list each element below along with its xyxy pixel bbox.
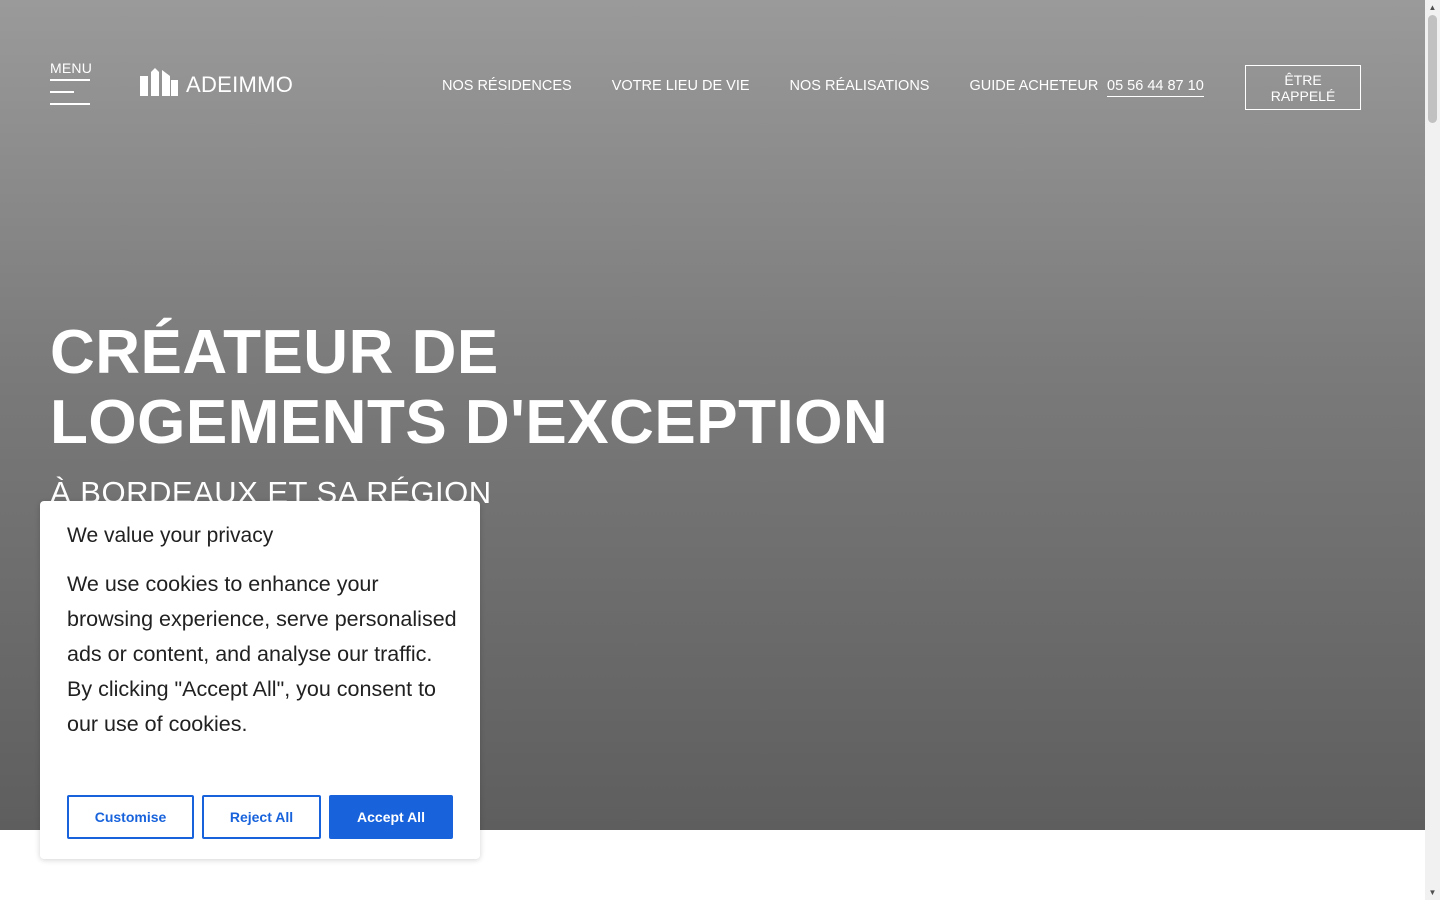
accept-all-button[interactable]: Accept All: [329, 795, 453, 839]
cookie-button-group: Customise Reject All Accept All: [67, 795, 453, 839]
hero-title-line-1: CRÉATEUR DE: [50, 318, 499, 387]
hamburger-icon: [50, 79, 90, 81]
logo-link[interactable]: ADEIMMO: [140, 66, 293, 98]
page-scrollbar[interactable]: ▲ ▼: [1425, 0, 1440, 900]
cookie-title: We value your privacy: [67, 524, 274, 547]
reject-all-button[interactable]: Reject All: [202, 795, 321, 839]
nav-item-guide-acheteur[interactable]: GUIDE ACHETEUR: [969, 78, 1098, 94]
triangle-down-icon[interactable]: ▼: [1425, 885, 1440, 900]
hamburger-icon-line: [50, 103, 90, 105]
nav-item-residences[interactable]: NOS RÉSIDENCES: [442, 78, 572, 94]
hero-title-line-2: LOGEMENTS D'EXCEPTION: [50, 388, 889, 457]
menu-toggle[interactable]: MENU: [50, 60, 92, 106]
buildings-logo-icon: [140, 68, 178, 96]
phone-link[interactable]: 05 56 44 87 10: [1107, 78, 1204, 97]
customise-button[interactable]: Customise: [67, 795, 194, 839]
hero-title: CRÉATEUR DE LOGEMENTS D'EXCEPTION: [50, 318, 888, 458]
menu-label: MENU: [50, 60, 93, 76]
cookie-description: We use cookies to enhance your browsing …: [67, 572, 457, 736]
callback-button[interactable]: ÊTRE RAPPELÉ: [1245, 65, 1361, 110]
nav-item-realisations[interactable]: NOS RÉALISATIONS: [790, 78, 930, 94]
scrollbar-thumb[interactable]: [1428, 15, 1437, 123]
nav-item-lieu-de-vie[interactable]: VOTRE LIEU DE VIE: [612, 78, 750, 94]
cookie-consent-banner: We value your privacy We use cookies to …: [40, 501, 480, 859]
hamburger-icon-line: [50, 91, 74, 93]
triangle-up-icon[interactable]: ▲: [1425, 0, 1440, 15]
logo-text: ADEIMMO: [186, 72, 294, 97]
main-nav: NOS RÉSIDENCES VOTRE LIEU DE VIE NOS RÉA…: [442, 78, 1098, 94]
